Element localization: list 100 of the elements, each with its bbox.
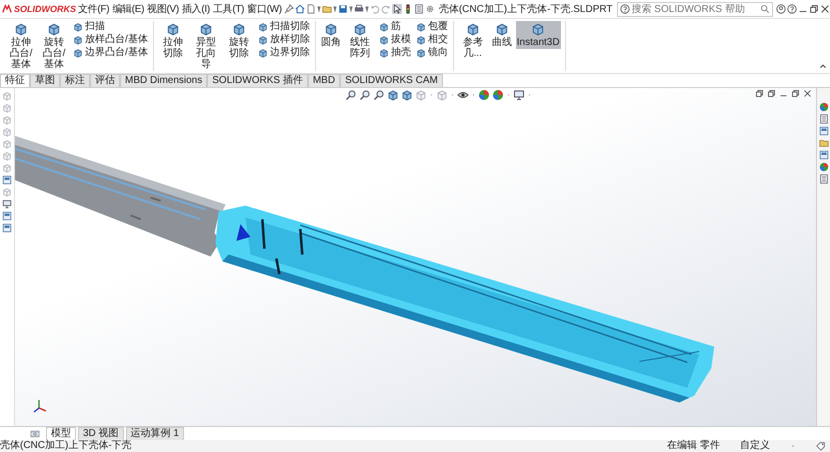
save-icon[interactable] bbox=[338, 4, 348, 14]
block-icon[interactable] bbox=[47, 22, 61, 36]
file-properties-icon[interactable] bbox=[414, 4, 424, 14]
menu-item[interactable]: 窗口(W) bbox=[246, 2, 283, 16]
help-icon bbox=[620, 4, 630, 14]
menu-item[interactable]: 文件(F) bbox=[77, 2, 110, 16]
ribbon-button[interactable]: 边界切除 bbox=[256, 47, 311, 59]
panel-icon[interactable] bbox=[2, 175, 12, 185]
appearance-icon[interactable] bbox=[818, 162, 828, 172]
panel-icon[interactable] bbox=[818, 150, 828, 160]
block-icon[interactable] bbox=[324, 22, 338, 36]
block-icon[interactable] bbox=[416, 35, 426, 45]
user-icon[interactable] bbox=[776, 4, 786, 14]
block-icon[interactable] bbox=[378, 35, 389, 45]
block-icon[interactable] bbox=[198, 22, 213, 36]
ribbon-button[interactable]: 筋 bbox=[378, 21, 412, 33]
pin-icon[interactable] bbox=[284, 4, 294, 14]
ribbon-button[interactable]: 参考几... bbox=[458, 21, 488, 60]
ribbon-button[interactable]: 镜向 bbox=[414, 47, 449, 59]
ribbon-button[interactable]: 抽壳 bbox=[378, 47, 412, 59]
dropdown-icon[interactable] bbox=[364, 4, 369, 14]
tile-icon[interactable] bbox=[767, 89, 776, 98]
monitor-icon[interactable] bbox=[2, 199, 12, 209]
block-icon[interactable] bbox=[416, 48, 426, 58]
restore-icon[interactable] bbox=[808, 4, 819, 14]
command-tab[interactable]: 特征 bbox=[0, 74, 30, 87]
restore-icon[interactable] bbox=[791, 89, 800, 98]
ribbon-button[interactable]: 拉伸凸台/基体 bbox=[6, 21, 36, 71]
command-tab[interactable]: SOLIDWORKS CAM bbox=[340, 74, 443, 87]
hide-show-icon[interactable] bbox=[457, 89, 469, 101]
block-icon[interactable] bbox=[494, 22, 509, 36]
ribbon-button[interactable]: 拔模 bbox=[378, 34, 412, 46]
close-icon[interactable] bbox=[803, 89, 812, 98]
model-tab[interactable]: 运动算例 1 bbox=[126, 427, 184, 440]
ribbon-button[interactable]: 边界凸台/基体 bbox=[72, 47, 149, 59]
panel-icon[interactable] bbox=[2, 223, 12, 233]
menu-item[interactable]: 编辑(E) bbox=[111, 2, 146, 16]
dropdown-icon[interactable] bbox=[348, 4, 353, 14]
tag-icon[interactable] bbox=[816, 441, 826, 451]
block-icon[interactable] bbox=[352, 22, 367, 36]
ribbon-button[interactable]: 旋转切除 bbox=[224, 21, 254, 60]
ribbon-button[interactable]: 旋转凸台/基体 bbox=[39, 21, 69, 71]
dropdown-icon[interactable] bbox=[316, 4, 321, 14]
close-icon[interactable] bbox=[820, 4, 830, 14]
file-properties-icon[interactable] bbox=[818, 174, 828, 184]
model-tab[interactable]: 模型 bbox=[46, 427, 76, 440]
search-field[interactable]: 搜索 SOLIDWORKS 帮助 bbox=[616, 2, 773, 16]
block-icon[interactable] bbox=[531, 22, 546, 36]
command-tab[interactable]: 标注 bbox=[60, 74, 90, 87]
ribbon-button[interactable]: 圆角 bbox=[320, 21, 342, 49]
units-selector[interactable]: 自定义 bbox=[740, 440, 770, 452]
command-tab[interactable]: 草图 bbox=[30, 74, 60, 87]
settings-icon[interactable] bbox=[424, 4, 435, 14]
ribbon-button[interactable]: 扫描 bbox=[72, 21, 149, 33]
ribbon-button[interactable]: 相交 bbox=[414, 34, 449, 46]
ribbon-button[interactable]: 异型孔向导 bbox=[190, 21, 221, 71]
model-tab[interactable]: 3D 视图 bbox=[78, 427, 124, 440]
help-icon[interactable] bbox=[786, 4, 797, 14]
ribbon-button[interactable]: 放样凸台/基体 bbox=[72, 34, 149, 46]
menu-item[interactable]: 视图(V) bbox=[146, 2, 180, 16]
block-icon[interactable] bbox=[73, 22, 83, 32]
monitor-icon[interactable] bbox=[513, 89, 525, 101]
command-tab[interactable]: MBD Dimensions bbox=[120, 74, 208, 87]
print-icon[interactable] bbox=[354, 4, 364, 14]
block-icon[interactable] bbox=[258, 48, 268, 58]
ribbon-button[interactable]: 包覆 bbox=[414, 21, 449, 33]
ribbon-button[interactable]: 线性阵列 bbox=[344, 21, 375, 60]
file-properties-icon[interactable] bbox=[818, 114, 828, 124]
zoom-area-icon[interactable] bbox=[359, 89, 371, 101]
block-icon[interactable] bbox=[14, 22, 28, 36]
block-icon[interactable] bbox=[258, 22, 268, 32]
select-cursor-icon[interactable] bbox=[392, 4, 402, 14]
block-icon[interactable] bbox=[378, 22, 389, 32]
appearance-icon[interactable] bbox=[478, 89, 490, 101]
command-tab[interactable]: SOLIDWORKS 插件 bbox=[207, 74, 308, 87]
zoom-to-fit-icon[interactable] bbox=[345, 89, 357, 101]
block-icon[interactable] bbox=[378, 48, 389, 58]
block-icon[interactable] bbox=[258, 35, 268, 45]
ribbon-button[interactable]: 扫描切除 bbox=[256, 21, 311, 33]
new-document-icon[interactable] bbox=[306, 4, 316, 14]
menu-item[interactable]: 工具(T) bbox=[212, 2, 246, 16]
block-icon[interactable] bbox=[73, 35, 83, 45]
block-icon[interactable] bbox=[232, 22, 246, 36]
menu-item[interactable]: 插入(I) bbox=[180, 2, 211, 16]
ribbon-button[interactable]: 曲线 bbox=[490, 21, 513, 49]
panel-icon[interactable] bbox=[2, 211, 12, 221]
block-icon[interactable] bbox=[416, 22, 426, 32]
dropdown-icon[interactable] bbox=[332, 4, 337, 14]
ribbon-button[interactable]: 放样切除 bbox=[256, 34, 311, 46]
command-tab[interactable]: 评估 bbox=[90, 74, 120, 87]
ribbon-button[interactable]: Instant3D bbox=[516, 21, 561, 49]
panel-icon[interactable] bbox=[818, 126, 828, 136]
open-folder-icon[interactable] bbox=[322, 4, 332, 14]
block-icon[interactable] bbox=[166, 22, 180, 36]
tile-icon[interactable] bbox=[755, 89, 764, 98]
command-tab[interactable]: MBD bbox=[308, 74, 340, 87]
open-folder-icon[interactable] bbox=[818, 138, 828, 148]
block-icon[interactable] bbox=[73, 48, 83, 58]
block-icon[interactable] bbox=[466, 22, 480, 36]
ribbon-button[interactable]: 拉伸切除 bbox=[158, 21, 188, 60]
